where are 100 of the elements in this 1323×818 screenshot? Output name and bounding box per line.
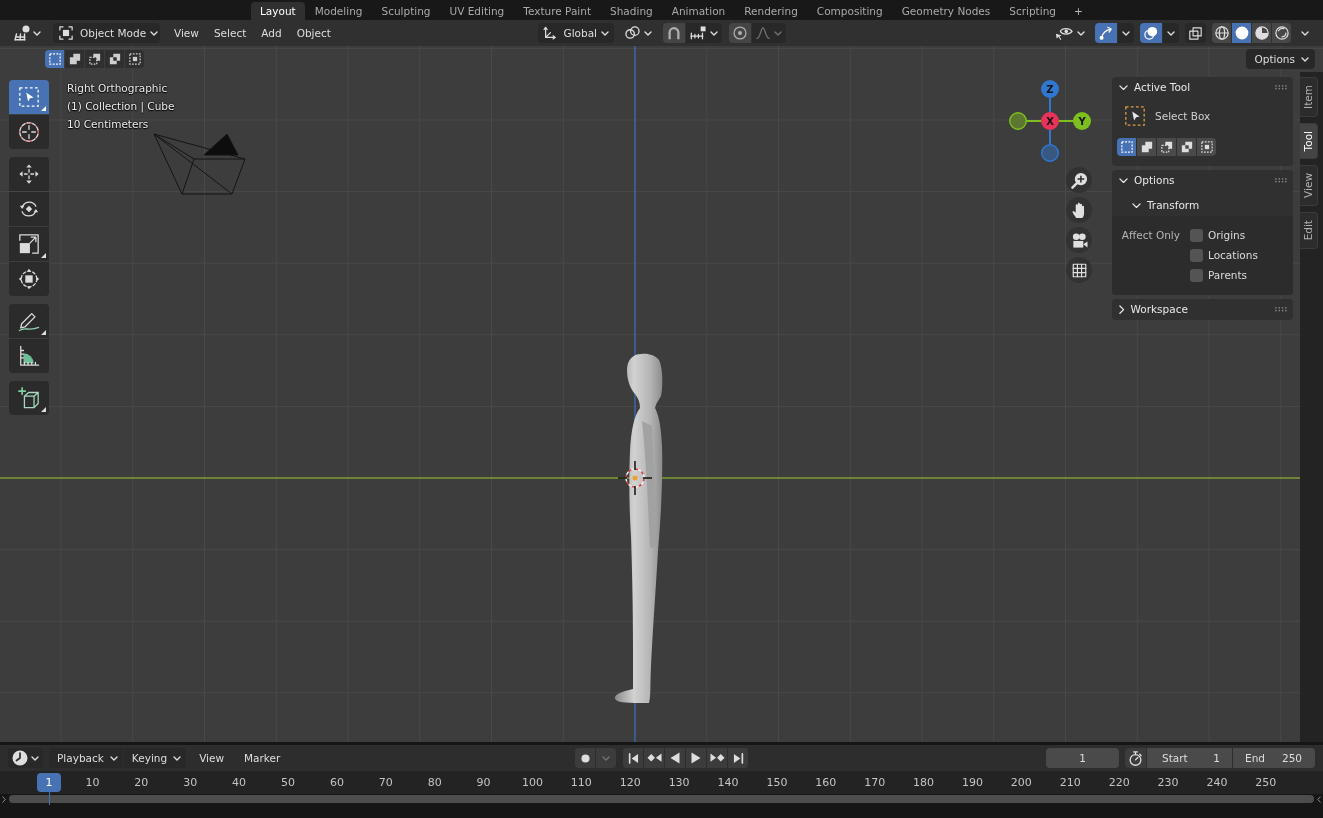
tool-button[interactable] <box>9 262 49 296</box>
workspace-tab[interactable]: Scripting <box>1000 2 1065 20</box>
checkbox[interactable] <box>1190 268 1203 282</box>
selection-mode-button[interactable] <box>1157 138 1176 156</box>
workspace-tab[interactable]: Sculpting <box>372 2 440 20</box>
previous-keyframe-icon <box>646 752 662 764</box>
menu-button[interactable]: Add <box>255 23 288 43</box>
editor-type-button[interactable] <box>8 748 43 768</box>
checkbox[interactable] <box>1190 248 1203 262</box>
frame-number: 220 <box>1107 776 1131 789</box>
workspace-tab[interactable]: Texture Paint <box>514 2 601 20</box>
xray-toggle[interactable] <box>1185 23 1206 43</box>
dropdown-menu[interactable]: Keying <box>123 748 187 768</box>
axis-handle[interactable]: X <box>1041 112 1059 130</box>
mode-dropdown[interactable]: Object Mode <box>53 23 160 43</box>
gizmo-toggle[interactable] <box>1095 23 1117 43</box>
start-frame-field[interactable]: Start 1 <box>1147 748 1232 768</box>
sidebar-tab[interactable]: View <box>1300 165 1318 207</box>
playback-button[interactable] <box>644 748 664 768</box>
playback-button[interactable] <box>623 748 643 768</box>
chevron-right-icon[interactable] <box>2 795 6 803</box>
proportional-editing-toggle[interactable] <box>728 23 751 43</box>
workspace-tab[interactable]: Animation <box>662 2 735 20</box>
cursor-crosshair-icon <box>617 460 653 496</box>
overlay-menu-button[interactable] <box>1163 23 1179 43</box>
shading-mode-button[interactable] <box>1252 23 1271 43</box>
playhead[interactable]: 1 <box>37 773 61 805</box>
workspace-tab[interactable]: Layout <box>251 2 305 20</box>
options-dropdown[interactable]: Options <box>1246 49 1315 69</box>
checkbox-label[interactable]: Origins <box>1208 229 1246 241</box>
workspace-tab[interactable]: UV Editing <box>440 2 514 20</box>
tool-button[interactable] <box>9 192 49 226</box>
tool-button[interactable] <box>9 157 49 191</box>
add-workspace-button[interactable]: + <box>1065 2 1091 20</box>
workspace-tab[interactable]: Compositing <box>807 2 892 20</box>
menu-button[interactable]: Object <box>290 23 337 43</box>
frame-number: 140 <box>716 776 740 789</box>
end-frame-field[interactable]: End 250 <box>1233 748 1315 768</box>
workspace-tab[interactable]: Shading <box>601 2 662 20</box>
selection-mode-button[interactable] <box>1177 138 1196 156</box>
tool-button[interactable] <box>9 339 49 373</box>
negative-axis-handle[interactable] <box>1041 144 1059 162</box>
caret-icon <box>1167 30 1175 36</box>
workspace-tab[interactable]: Modeling <box>305 2 372 20</box>
gizmo-menu-button[interactable] <box>1118 23 1134 43</box>
play-reverse-icon <box>670 752 680 764</box>
preview-range-toggle[interactable] <box>1125 748 1146 768</box>
panel-header[interactable]: Options <box>1112 170 1293 191</box>
selection-mode-button[interactable] <box>65 50 84 68</box>
menu-button[interactable]: View <box>168 23 205 43</box>
checkbox-label[interactable]: Parents <box>1208 269 1248 281</box>
grid-icon <box>1071 262 1087 278</box>
timeline-scrollbar[interactable] <box>9 795 1314 803</box>
origin-point-icon <box>632 475 638 481</box>
selection-mode-button[interactable] <box>1137 138 1156 156</box>
dropdown-menu[interactable]: Playback <box>49 748 123 768</box>
selection-mode-button[interactable] <box>1197 138 1216 156</box>
frame-number: 90 <box>475 776 492 789</box>
tool-button[interactable] <box>9 381 49 415</box>
shading-mode-button[interactable] <box>1232 23 1251 43</box>
auto-keying-toggle[interactable] <box>575 748 595 768</box>
subpanel-header[interactable]: Transform <box>1112 195 1293 216</box>
menu-button[interactable]: View <box>192 748 232 768</box>
selection-mode-button[interactable] <box>45 50 64 68</box>
snap-toggle[interactable] <box>662 23 685 43</box>
sidebar-tab[interactable]: Item <box>1300 77 1318 117</box>
axis-handle[interactable]: Z <box>1041 80 1059 98</box>
shading-mode-button[interactable] <box>1212 23 1231 43</box>
menu-button[interactable]: Select <box>207 23 253 43</box>
sidebar-tab[interactable]: Edit <box>1300 212 1318 249</box>
sidebar-tab[interactable]: Tool <box>1300 122 1318 160</box>
selection-mode-button[interactable] <box>125 50 144 68</box>
snap-target-button[interactable] <box>685 23 722 43</box>
tool-button[interactable] <box>9 115 49 149</box>
playback-button[interactable] <box>686 748 706 768</box>
shading-mode-button[interactable] <box>1272 23 1291 43</box>
axis-handle[interactable]: Y <box>1073 112 1091 130</box>
orientation-dropdown[interactable]: Global <box>537 23 614 43</box>
overlay-toggle[interactable] <box>1140 23 1162 43</box>
jump-end-icon <box>732 752 744 764</box>
checkbox-label[interactable]: Locations <box>1208 249 1258 261</box>
selection-mode-button[interactable] <box>105 50 124 68</box>
selection-mode-button[interactable] <box>1117 138 1136 156</box>
menu-button[interactable]: Marker <box>237 748 288 768</box>
selection-mode-button[interactable] <box>85 50 104 68</box>
playback-button[interactable] <box>665 748 685 768</box>
chevron-left-icon[interactable] <box>1317 795 1321 803</box>
workspace-tab[interactable]: Geometry Nodes <box>892 2 1000 20</box>
playback-button[interactable] <box>707 748 727 768</box>
negative-axis-handle[interactable] <box>1009 112 1027 130</box>
current-frame-badge[interactable]: 1 <box>37 773 61 792</box>
tool-button[interactable] <box>9 227 49 261</box>
playback-button[interactable] <box>728 748 748 768</box>
panel-header[interactable]: Active Tool <box>1112 77 1293 98</box>
current-frame-field[interactable]: 1 <box>1046 748 1119 768</box>
checkbox[interactable] <box>1190 228 1203 242</box>
falloff-button[interactable] <box>751 23 786 43</box>
panel-header[interactable]: Workspace <box>1112 299 1293 320</box>
tool-button[interactable] <box>9 304 49 338</box>
workspace-tab[interactable]: Rendering <box>735 2 807 20</box>
